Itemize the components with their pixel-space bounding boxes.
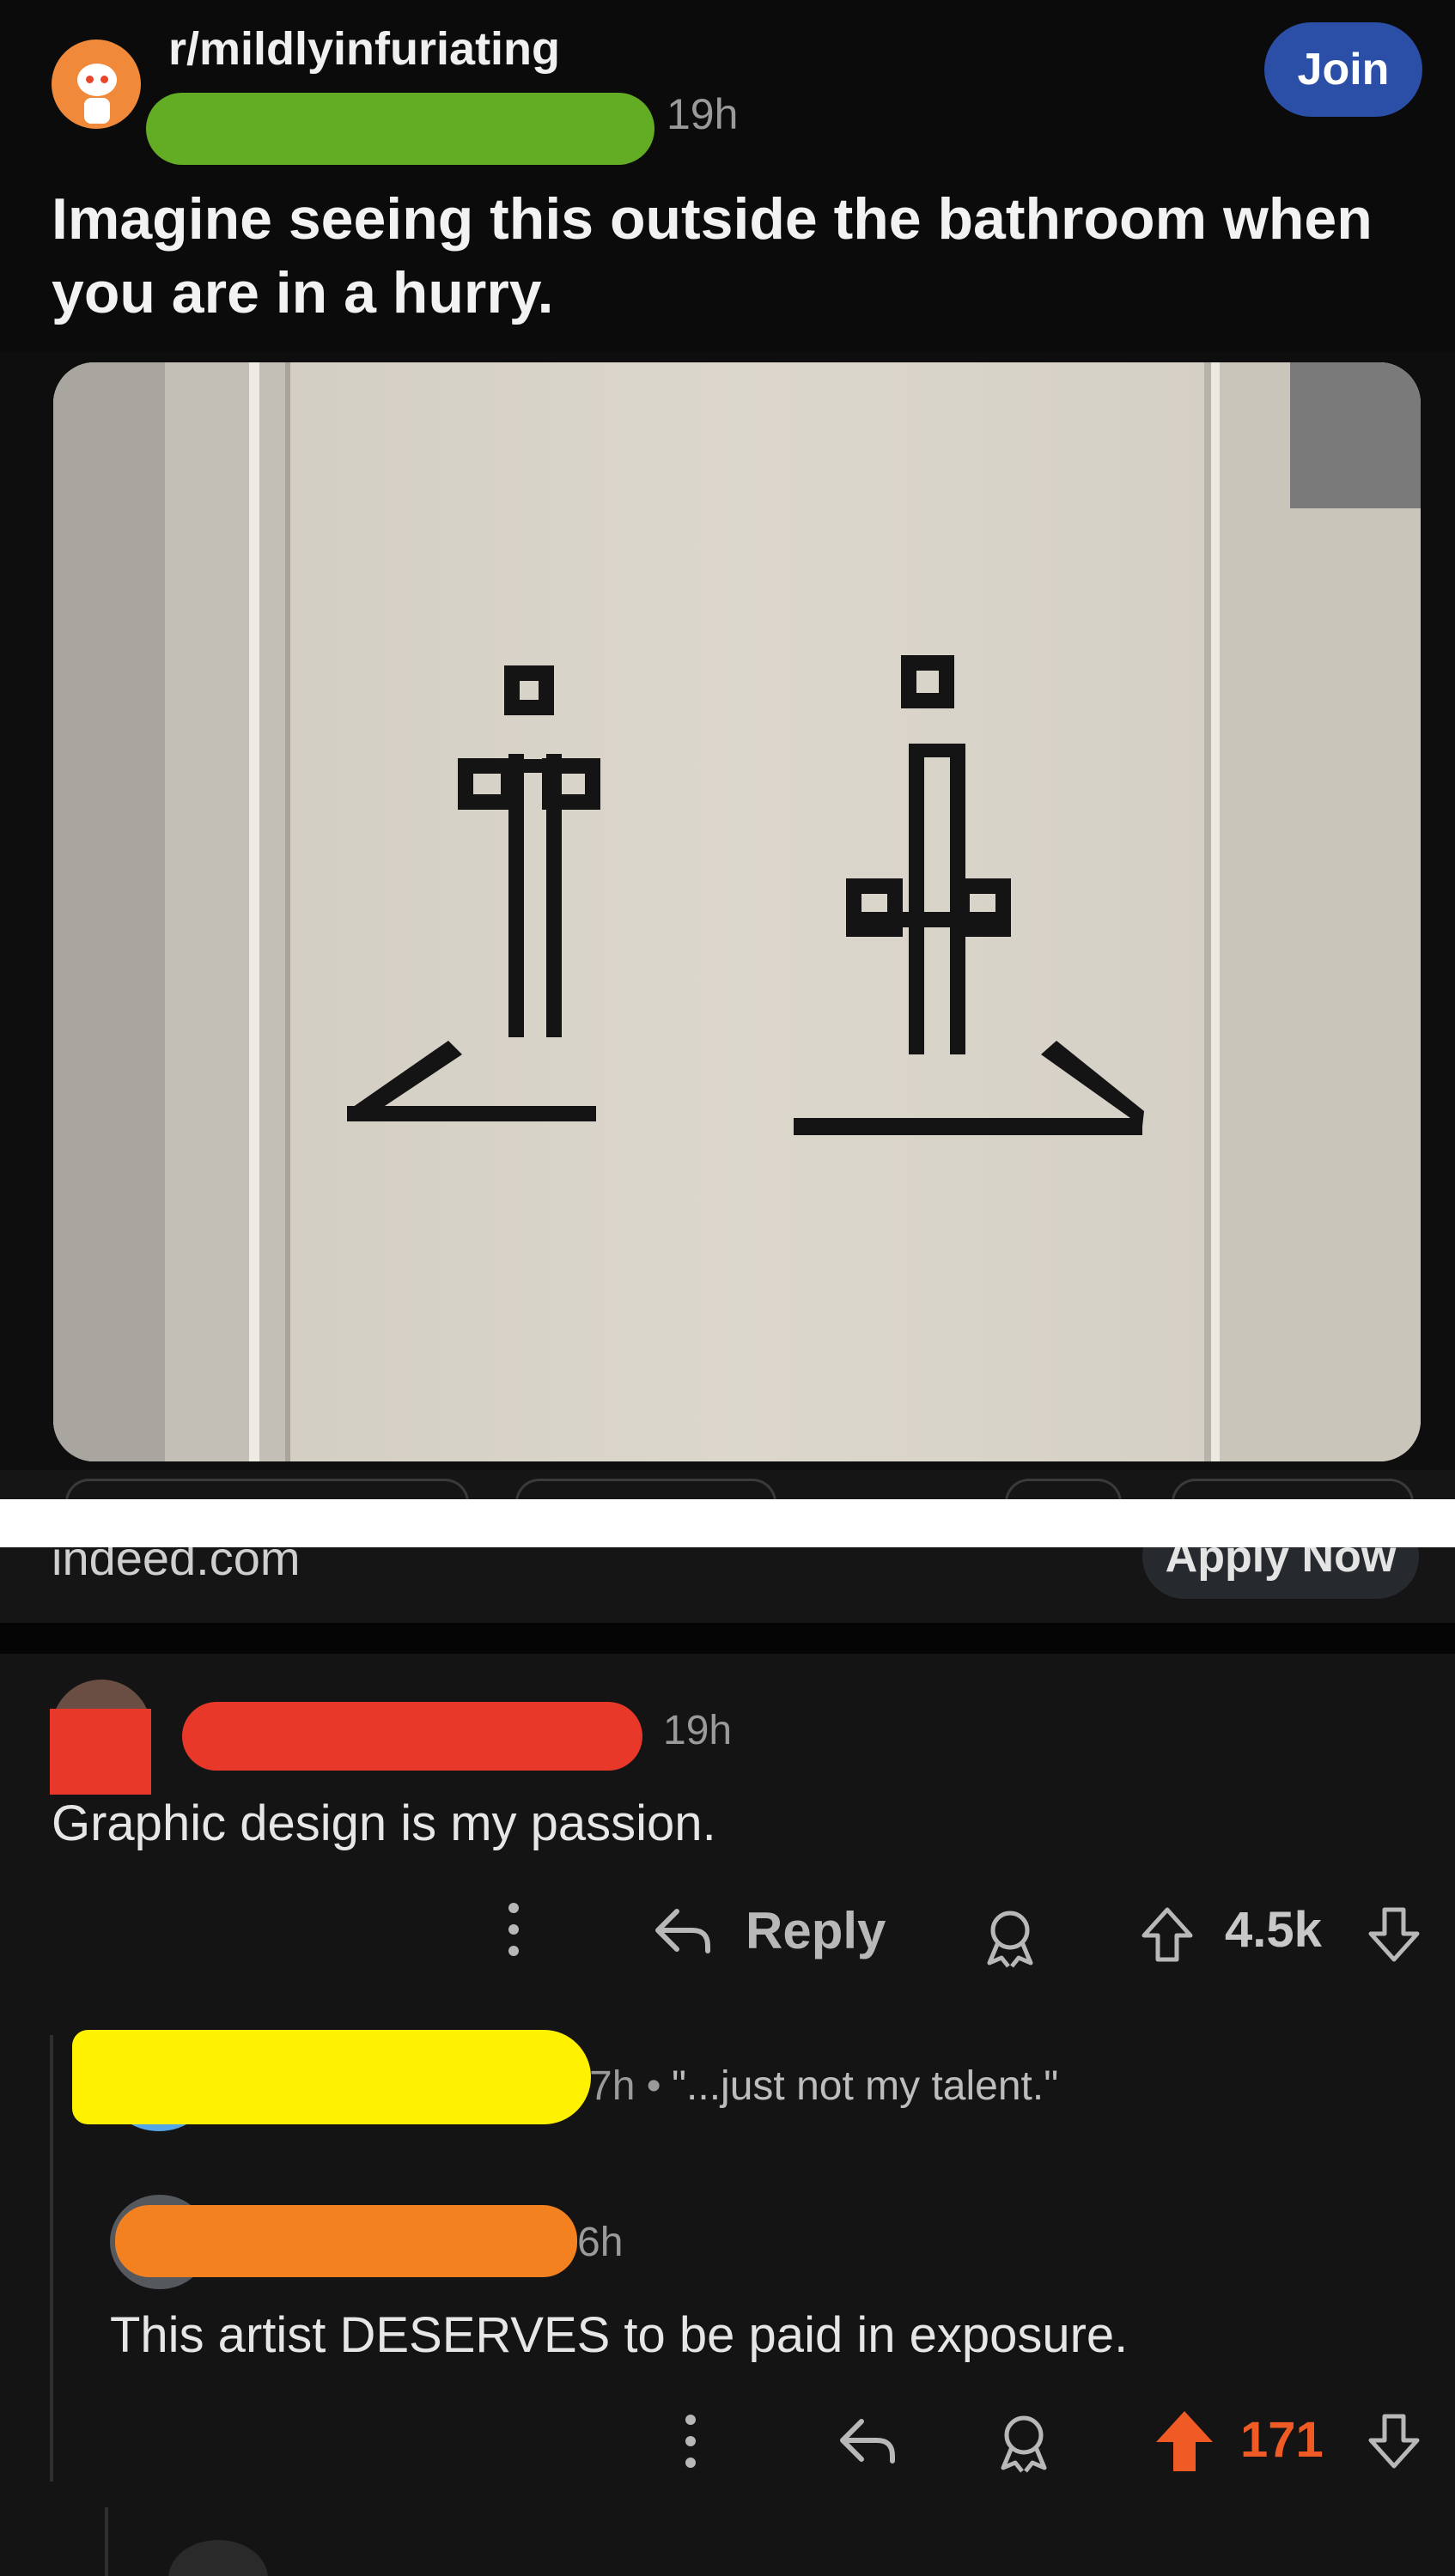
reply-label: Reply <box>746 1902 886 1959</box>
collapsed-comment-preview[interactable]: "...just not my talent." <box>672 2063 1058 2110</box>
downvote-icon <box>1368 1907 1420 1962</box>
upvote-button-active[interactable] <box>1153 2408 1216 2475</box>
more-options-button[interactable] <box>675 2411 706 2471</box>
upvote-button[interactable] <box>1139 1905 1196 1965</box>
award-icon <box>987 1911 1033 1968</box>
comment-time: 19h <box>663 1708 733 1753</box>
snoo-eye <box>86 76 94 83</box>
comment-score: 171 <box>1240 2412 1324 2468</box>
snoo-face <box>77 64 117 96</box>
comment-text: Graphic design is my passion. <box>52 1795 716 1851</box>
downvote-button[interactable] <box>1366 1905 1422 1965</box>
award-button[interactable] <box>979 1906 1041 1968</box>
bathroom-sign-photo <box>53 362 1421 1461</box>
join-button[interactable]: Join <box>1264 22 1422 117</box>
comment-time: 6h <box>577 2220 624 2265</box>
downvote-button[interactable] <box>1366 2411 1422 2471</box>
post-title[interactable]: Imagine seeing this outside the bathroom… <box>52 182 1426 330</box>
award-icon <box>1001 2415 1047 2473</box>
snoo-body <box>84 98 110 124</box>
reply-button[interactable] <box>833 2411 902 2471</box>
more-icon <box>508 1903 519 1956</box>
post-image[interactable] <box>53 362 1421 1461</box>
snoo-eye <box>100 76 108 83</box>
username-redaction <box>115 2205 577 2277</box>
section-separator <box>0 1623 1455 1654</box>
upvote-icon <box>1141 1907 1193 1962</box>
more-options-button[interactable] <box>498 1899 529 1959</box>
downvote-icon <box>1368 2414 1420 2469</box>
subreddit-avatar[interactable] <box>52 39 141 129</box>
award-button[interactable] <box>993 2411 1055 2473</box>
reply-icon <box>840 2418 895 2464</box>
username-redaction <box>146 93 654 165</box>
upvote-icon <box>1156 2411 1213 2471</box>
comment-score: 4.5k <box>1225 1902 1322 1958</box>
username-redaction <box>182 1702 642 1771</box>
thread-line[interactable] <box>50 2035 53 2482</box>
username-redaction <box>72 2030 591 2124</box>
more-icon <box>685 2415 696 2468</box>
thread-line[interactable] <box>105 2507 108 2576</box>
comment-text: This artist DESERVES to be paid in expos… <box>110 2307 1129 2363</box>
reply-icon <box>655 1909 710 1953</box>
post-time: 19h <box>667 90 739 138</box>
comment-meta: 7h • <box>589 2063 661 2109</box>
subreddit-name[interactable]: r/mildlyinfuriating <box>168 22 560 76</box>
post-header: r/mildlyinfuriating 19h Join Imagine see… <box>0 0 1455 352</box>
reply-button[interactable]: Reply <box>653 1894 886 1966</box>
avatar-redaction <box>50 1709 151 1795</box>
white-strip-overlay <box>0 1499 1455 1547</box>
